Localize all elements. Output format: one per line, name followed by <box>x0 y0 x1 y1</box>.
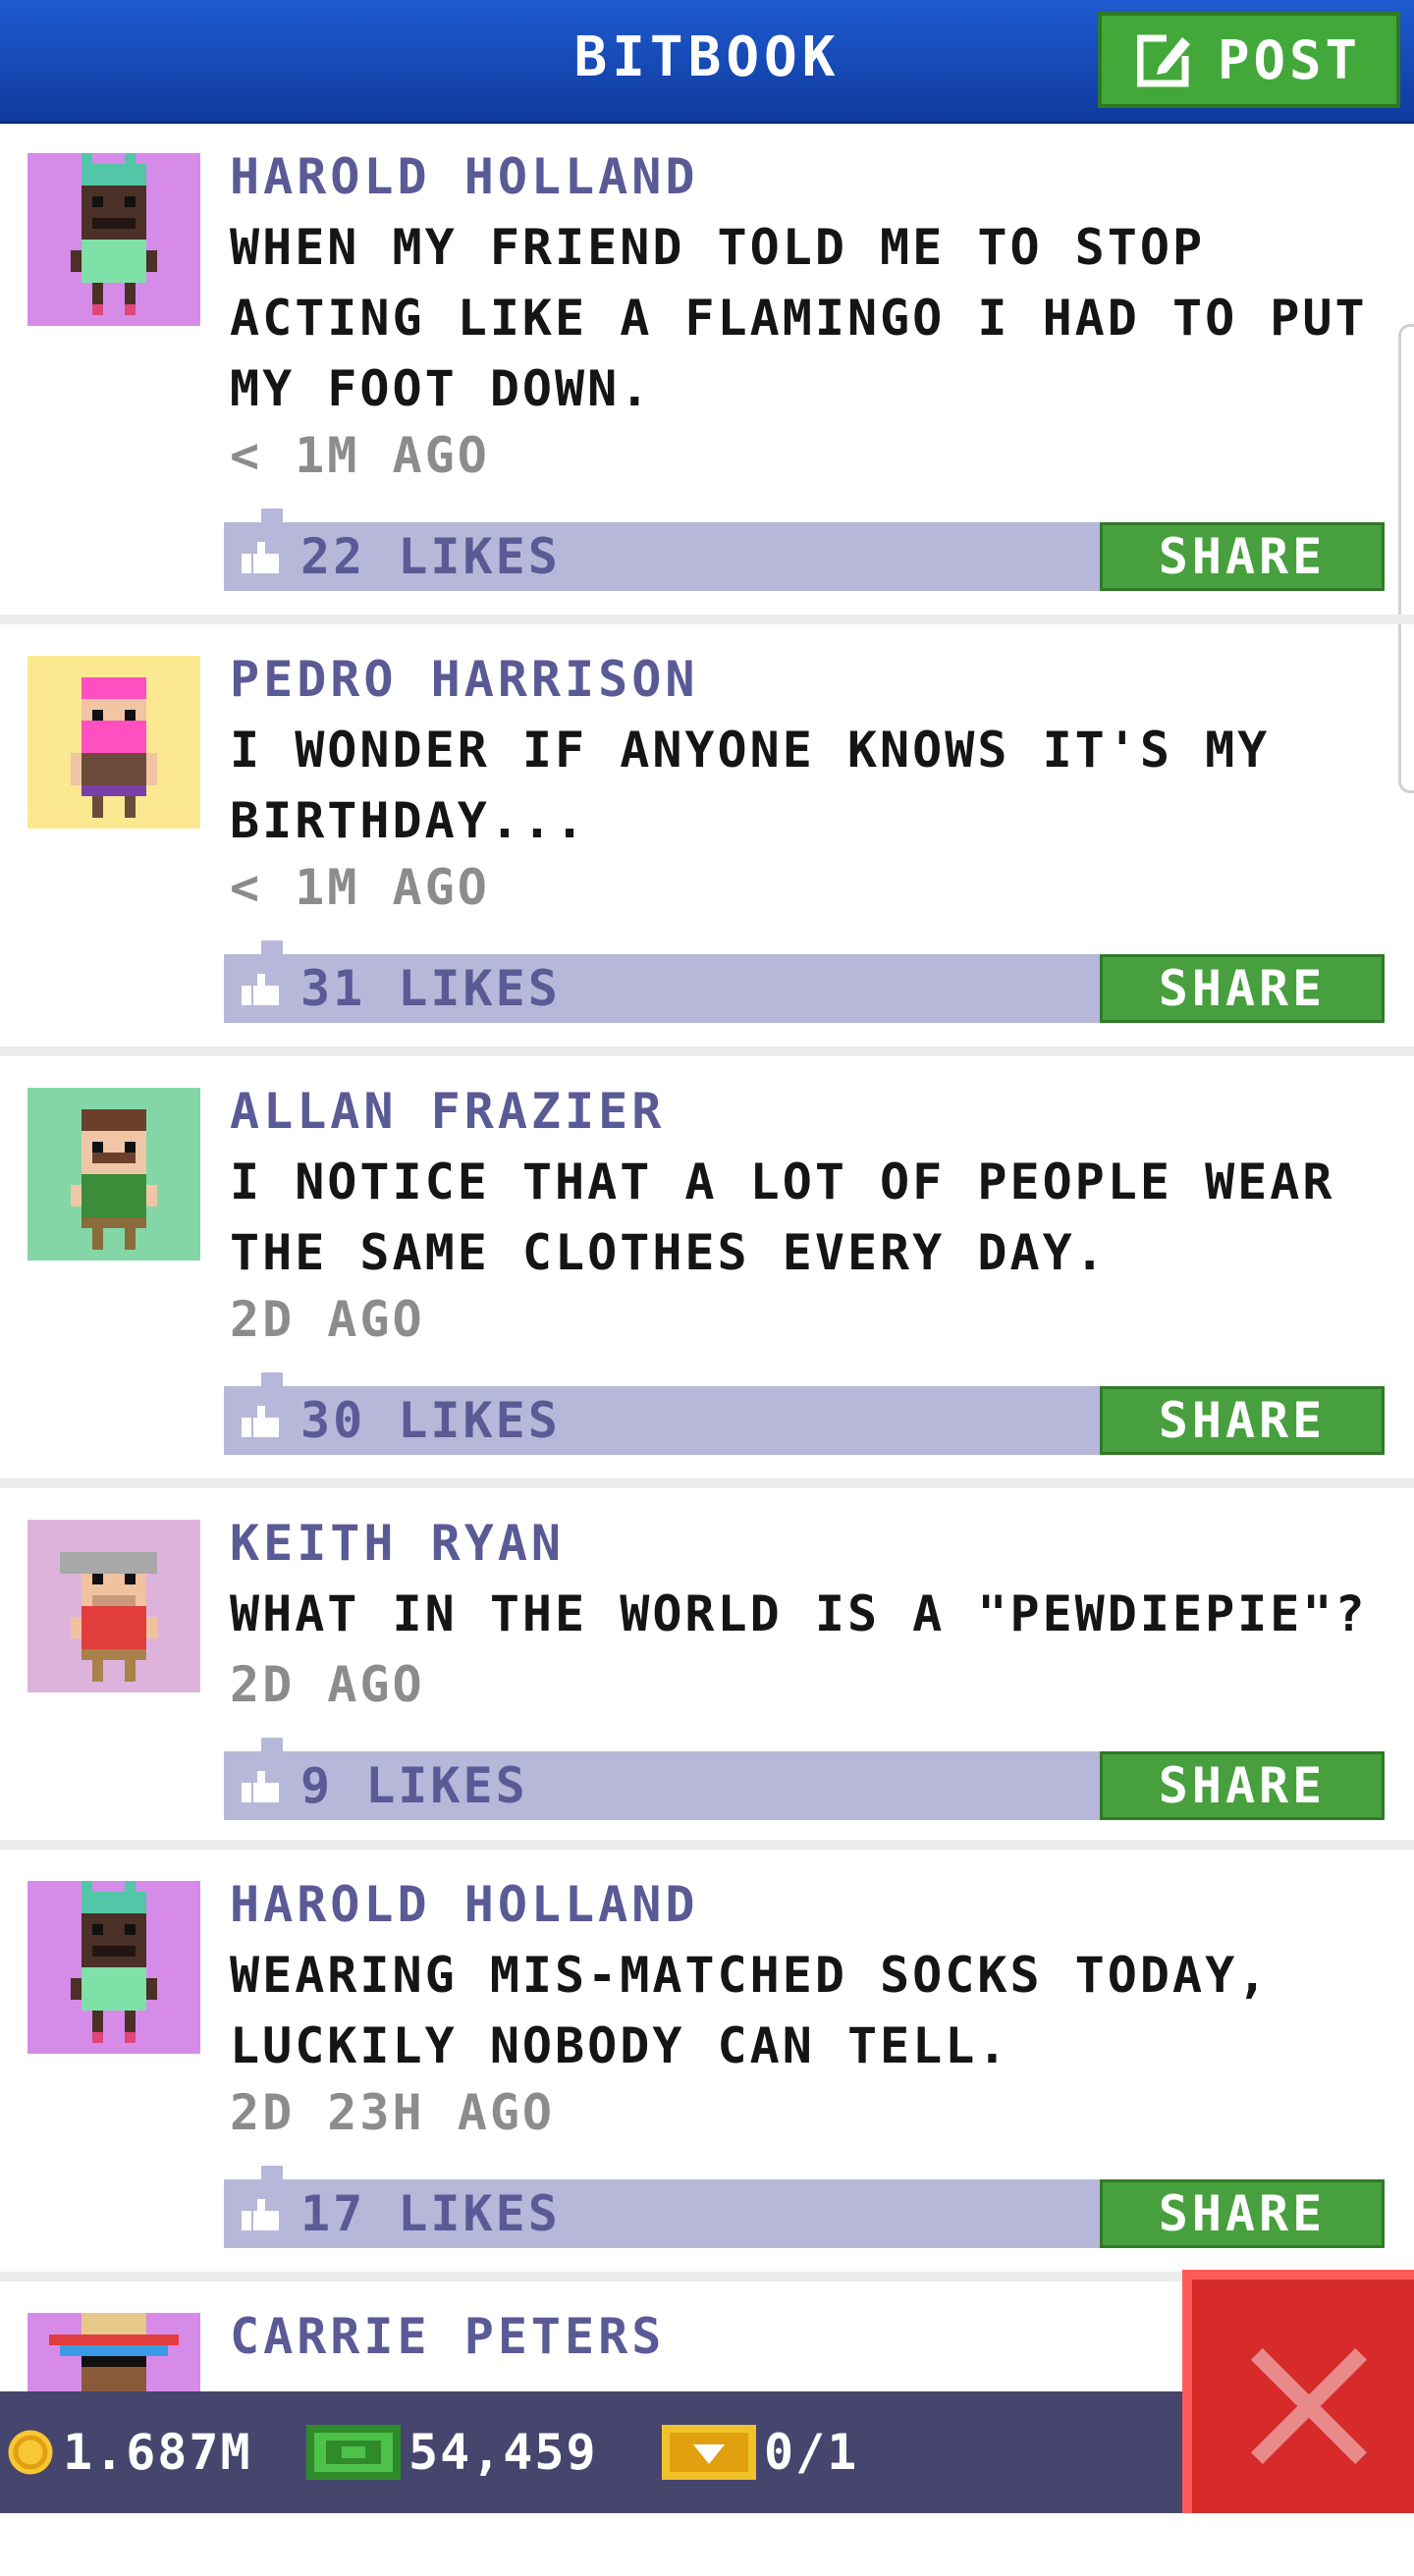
top-bar: BITBOOK POST <box>0 0 1414 124</box>
post-time: < 1M AGO <box>230 859 490 916</box>
likes-count: 22 LIKES <box>300 528 561 585</box>
likes-count: 31 LIKES <box>300 960 561 1017</box>
post-label: POST <box>1217 28 1362 91</box>
thumbs-up-icon[interactable] <box>242 542 279 573</box>
post-item: HAROLD HOLLAND WEARING MIS-MATCHED SOCKS… <box>0 1850 1414 2281</box>
likes-bar: 30 LIKES SHARE <box>224 1372 1385 1455</box>
news-feed: HAROLD HOLLAND WHEN MY FRIEND TOLD ME TO… <box>0 122 1414 2576</box>
post-text: WHAT IN THE WORLD IS A "PEWDIEPIE"? <box>230 1585 1368 1642</box>
bux-display: 54,459 <box>306 2391 598 2513</box>
post-time: 2D AGO <box>230 1656 425 1713</box>
likes-bar: 31 LIKES SHARE <box>224 940 1385 1023</box>
post-author[interactable]: KEITH RYAN <box>230 1508 565 1579</box>
post-button[interactable]: POST <box>1098 12 1400 108</box>
likes-bar: 22 LIKES SHARE <box>224 509 1385 591</box>
avatar[interactable] <box>27 1520 200 1692</box>
coin-icon <box>8 2430 53 2475</box>
post-author[interactable]: ALLAN FRAZIER <box>230 1076 665 1147</box>
coins-value: 1.687M <box>63 2424 252 2481</box>
post-text: I WONDER IF ANYONE KNOWS IT'S MY BIRTHDA… <box>230 722 1271 849</box>
share-button[interactable]: SHARE <box>1100 1751 1385 1820</box>
share-button[interactable]: SHARE <box>1100 1386 1385 1455</box>
share-button[interactable]: SHARE <box>1100 522 1385 591</box>
cash-icon <box>306 2425 401 2480</box>
likes-count: 9 LIKES <box>300 1757 528 1814</box>
avatar[interactable] <box>27 656 200 829</box>
ticket-icon <box>662 2425 756 2480</box>
close-icon <box>1251 2348 1367 2464</box>
likes-count: 30 LIKES <box>300 1392 561 1449</box>
post-item: PEDRO HARRISON I WONDER IF ANYONE KNOWS … <box>0 624 1414 1056</box>
close-button[interactable] <box>1182 2270 1414 2513</box>
likes-bar: 9 LIKES SHARE <box>224 1738 1385 1820</box>
likes-bar: 17 LIKES SHARE <box>224 2166 1385 2248</box>
post-text: WHEN MY FRIEND TOLD ME TO STOP ACTING LI… <box>230 219 1368 417</box>
post-time: < 1M AGO <box>230 427 490 484</box>
post-item: ALLAN FRAZIER I NOTICE THAT A LOT OF PEO… <box>0 1056 1414 1488</box>
post-item: KEITH RYAN WHAT IN THE WORLD IS A "PEWDI… <box>0 1488 1414 1850</box>
share-button[interactable]: SHARE <box>1100 954 1385 1023</box>
thumbs-up-icon[interactable] <box>242 974 279 1005</box>
post-author[interactable]: PEDRO HARRISON <box>230 644 698 715</box>
avatar[interactable] <box>27 153 200 326</box>
post-author[interactable]: HAROLD HOLLAND <box>230 141 698 212</box>
post-time: 2D 23H AGO <box>230 2084 556 2141</box>
tickets-display: 0/1 <box>662 2391 858 2513</box>
post-text: I NOTICE THAT A LOT OF PEOPLE WEAR THE S… <box>230 1154 1335 1281</box>
post-item: HAROLD HOLLAND WHEN MY FRIEND TOLD ME TO… <box>0 122 1414 624</box>
post-author[interactable]: HAROLD HOLLAND <box>230 1869 698 1940</box>
compose-icon <box>1136 32 1195 87</box>
tickets-value: 0/1 <box>764 2424 859 2481</box>
share-button[interactable]: SHARE <box>1100 2179 1385 2248</box>
post-text: WEARING MIS-MATCHED SOCKS TODAY, LUCKILY… <box>230 1947 1271 2074</box>
avatar[interactable] <box>27 1088 200 1261</box>
avatar[interactable] <box>27 1881 200 2054</box>
likes-count: 17 LIKES <box>300 2185 561 2242</box>
thumbs-up-icon[interactable] <box>242 1771 279 1802</box>
coins-display: 1.687M <box>6 2391 252 2513</box>
post-time: 2D AGO <box>230 1291 425 1348</box>
thumbs-up-icon[interactable] <box>242 1406 279 1437</box>
thumbs-up-icon[interactable] <box>242 2199 279 2230</box>
post-author[interactable]: CARRIE PETERS <box>230 2301 665 2372</box>
bux-value: 54,459 <box>408 2424 598 2481</box>
